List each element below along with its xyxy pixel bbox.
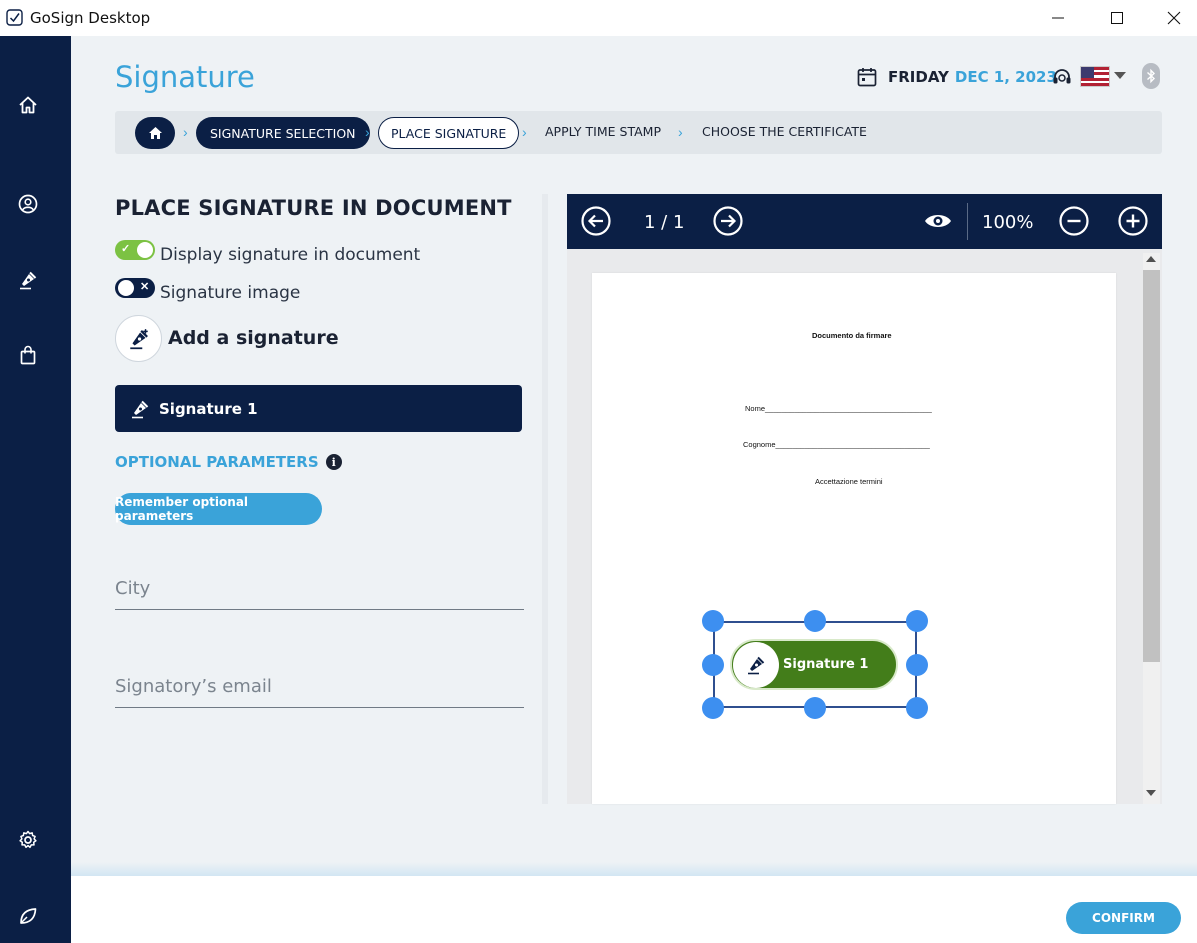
zoom-level: 100% <box>982 212 1034 233</box>
zoom-in-icon[interactable] <box>1117 205 1149 237</box>
document-line-terms: Accettazione termini <box>815 477 883 486</box>
resize-handle[interactable] <box>804 697 826 719</box>
date-value: DEC 1, 2023 <box>954 68 1057 86</box>
sidebar-item-settings[interactable] <box>15 827 41 853</box>
page-indicator: 1 / 1 <box>644 212 685 233</box>
chevron-right-icon: › <box>522 124 527 140</box>
add-signature-label[interactable]: Add a signature <box>168 327 339 349</box>
home-icon <box>19 96 37 114</box>
sidebar-item-sustainability[interactable] <box>15 903 41 929</box>
close-icon <box>1167 11 1181 25</box>
placed-signature[interactable]: Signature 1 <box>730 639 898 690</box>
document-title: Documento da firmare <box>812 331 892 340</box>
pen-nib-icon <box>129 328 148 349</box>
breadcrumb-home[interactable] <box>135 117 175 149</box>
minimize-icon <box>1052 17 1064 19</box>
window-title-bar: GoSign Desktop <box>0 0 1197 36</box>
viewer-scrollbar-thumb[interactable] <box>1143 270 1160 662</box>
previous-page-icon[interactable] <box>580 205 612 237</box>
next-page-icon[interactable] <box>712 205 744 237</box>
breadcrumb-step-signature-selection[interactable]: SIGNATURE SELECTION <box>196 117 370 149</box>
pen-nib-icon <box>20 271 37 290</box>
calendar-icon <box>857 68 877 87</box>
sidebar-item-sign[interactable] <box>15 267 41 293</box>
pen-nib-icon <box>748 656 765 674</box>
support-headset-icon[interactable] <box>1051 66 1073 88</box>
app-logo-icon <box>6 9 23 26</box>
chevron-right-icon: › <box>183 124 188 140</box>
date-day: FRIDAY <box>888 68 949 86</box>
maximize-button[interactable] <box>1094 0 1140 36</box>
city-field-placeholder: City <box>115 578 151 599</box>
shopping-bag-icon <box>20 345 36 365</box>
eye-icon[interactable] <box>922 205 954 237</box>
breadcrumb: › SIGNATURE SELECTION › PLACE SIGNATURE … <box>115 111 1162 154</box>
sidebar-item-home[interactable] <box>15 92 41 118</box>
display-signature-label: Display signature in document <box>160 245 421 265</box>
document-page <box>592 273 1116 804</box>
city-field[interactable]: City <box>115 578 524 610</box>
home-icon <box>148 127 162 139</box>
signatory-email-field[interactable]: Signatory’s email <box>115 676 524 708</box>
bluetooth-icon[interactable] <box>1142 63 1160 89</box>
toolbar-separator <box>967 203 968 240</box>
x-icon: ✕ <box>140 281 150 293</box>
resize-handle[interactable] <box>906 610 928 632</box>
display-signature-toggle[interactable]: ✓ <box>115 240 155 260</box>
chevron-right-icon: › <box>678 124 683 140</box>
confirm-button[interactable]: CONFIRM <box>1066 902 1181 934</box>
sidebar <box>0 36 71 943</box>
panel-divider <box>542 194 548 804</box>
signatory-email-placeholder: Signatory’s email <box>115 676 272 697</box>
chevron-right-icon: › <box>365 124 370 140</box>
signature-image-toggle[interactable]: ✕ <box>115 278 155 298</box>
resize-handle[interactable] <box>804 610 826 632</box>
remember-optional-parameters-button[interactable]: Remember optional parameters <box>115 493 322 525</box>
resize-handle[interactable] <box>906 654 928 676</box>
resize-handle[interactable] <box>702 610 724 632</box>
scroll-down-arrow-icon[interactable] <box>1146 790 1156 796</box>
close-button[interactable] <box>1151 0 1197 36</box>
zoom-out-icon[interactable] <box>1058 205 1090 237</box>
document-line-cognome: Cognome_________________________________… <box>743 440 930 449</box>
us-flag-icon[interactable] <box>1080 66 1110 87</box>
placed-signature-label: Signature 1 <box>783 657 869 672</box>
info-icon[interactable]: i <box>325 454 342 470</box>
signature-icon-circle <box>733 641 779 688</box>
page-title: Signature <box>115 60 255 94</box>
leaf-icon <box>20 908 37 924</box>
resize-handle[interactable] <box>702 697 724 719</box>
bluetooth-glyph-icon <box>1147 68 1156 84</box>
date-display: FRIDAY DEC 1, 2023 <box>856 66 1057 88</box>
document-line-nome: Nome____________________________________… <box>745 404 932 413</box>
user-icon <box>18 194 38 214</box>
resize-handle[interactable] <box>702 654 724 676</box>
section-heading: PLACE SIGNATURE IN DOCUMENT <box>115 196 512 220</box>
maximize-icon <box>1111 12 1123 24</box>
breadcrumb-step-place-signature[interactable]: PLACE SIGNATURE <box>378 117 520 149</box>
minimize-button[interactable] <box>1035 0 1081 36</box>
optional-parameters-label: OPTIONAL PARAMETERS <box>115 453 319 471</box>
pen-nib-icon <box>132 400 149 418</box>
language-dropdown-caret-icon[interactable] <box>1114 72 1126 79</box>
optional-parameters-heading: OPTIONAL PARAMETERS i <box>115 453 342 471</box>
resize-handle[interactable] <box>906 697 928 719</box>
scroll-up-arrow-icon[interactable] <box>1146 256 1156 262</box>
breadcrumb-step-apply-time-stamp[interactable]: APPLY TIME STAMP <box>545 124 661 139</box>
footer-divider <box>71 862 1197 876</box>
signature-image-label: Signature image <box>160 283 301 303</box>
footer <box>71 876 1197 943</box>
breadcrumb-step-choose-certificate[interactable]: CHOOSE THE CERTIFICATE <box>702 124 867 139</box>
sidebar-item-store[interactable] <box>15 342 41 368</box>
add-signature-button[interactable] <box>115 315 162 362</box>
check-icon: ✓ <box>121 243 131 255</box>
window-title: GoSign Desktop <box>30 9 151 27</box>
signature-list-item[interactable]: Signature 1 <box>115 385 522 432</box>
gear-icon <box>19 830 37 849</box>
signature-item-label: Signature 1 <box>159 399 258 418</box>
sidebar-item-profile[interactable] <box>15 191 41 217</box>
